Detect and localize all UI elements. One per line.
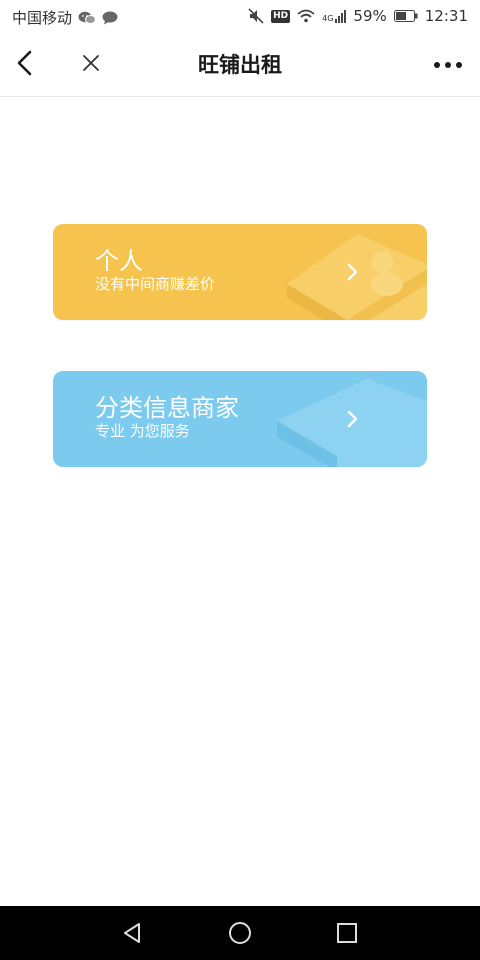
shop-illustration-icon bbox=[277, 379, 427, 467]
chevron-left-icon bbox=[16, 50, 34, 80]
more-dot-icon bbox=[434, 62, 440, 68]
message-icon bbox=[102, 11, 118, 25]
triangle-back-icon bbox=[124, 923, 140, 943]
system-nav-bar bbox=[0, 906, 480, 960]
status-right: HD 4G 59% 12:31 bbox=[248, 7, 468, 25]
wechat-icon bbox=[78, 11, 97, 25]
more-dot-icon bbox=[445, 62, 451, 68]
personal-card-subtitle: 没有中间商赚差价 bbox=[95, 275, 216, 293]
more-button[interactable] bbox=[428, 50, 468, 80]
square-recents-icon bbox=[337, 923, 357, 943]
chevron-right-icon bbox=[347, 263, 358, 281]
status-left: 中国移动 bbox=[12, 7, 118, 28]
signal-icon: 4G bbox=[322, 9, 347, 23]
carrier-label: 中国移动 bbox=[12, 9, 73, 27]
person-illustration-icon bbox=[287, 234, 427, 320]
mute-icon bbox=[248, 8, 264, 24]
system-back-button[interactable] bbox=[118, 918, 148, 948]
chevron-right-icon bbox=[347, 410, 358, 428]
back-button[interactable] bbox=[10, 50, 40, 80]
nav-bar: 旺铺出租 bbox=[0, 34, 480, 97]
more-dot-icon bbox=[456, 62, 462, 68]
close-icon bbox=[81, 53, 101, 77]
hd-badge: HD bbox=[271, 9, 291, 23]
merchant-card-title: 分类信息商家 bbox=[95, 394, 239, 422]
clock: 12:31 bbox=[424, 7, 468, 25]
page-title: 旺铺出租 bbox=[198, 53, 282, 77]
merchant-card[interactable]: 分类信息商家 专业 为您服务 bbox=[53, 371, 427, 467]
close-button[interactable] bbox=[76, 50, 106, 80]
battery-icon bbox=[393, 10, 418, 22]
network-type: 4G bbox=[322, 13, 334, 23]
personal-card-title: 个人 bbox=[95, 247, 143, 275]
system-recents-button[interactable] bbox=[332, 918, 362, 948]
merchant-card-subtitle: 专业 为您服务 bbox=[95, 422, 190, 440]
battery-percent: 59% bbox=[353, 7, 387, 25]
wifi-icon bbox=[297, 9, 315, 23]
status-bar: 中国移动 HD 4G 59% 12:31 bbox=[0, 0, 480, 34]
personal-card[interactable]: 个人 没有中间商赚差价 bbox=[53, 224, 427, 320]
circle-home-icon bbox=[229, 922, 251, 944]
system-home-button[interactable] bbox=[225, 918, 255, 948]
